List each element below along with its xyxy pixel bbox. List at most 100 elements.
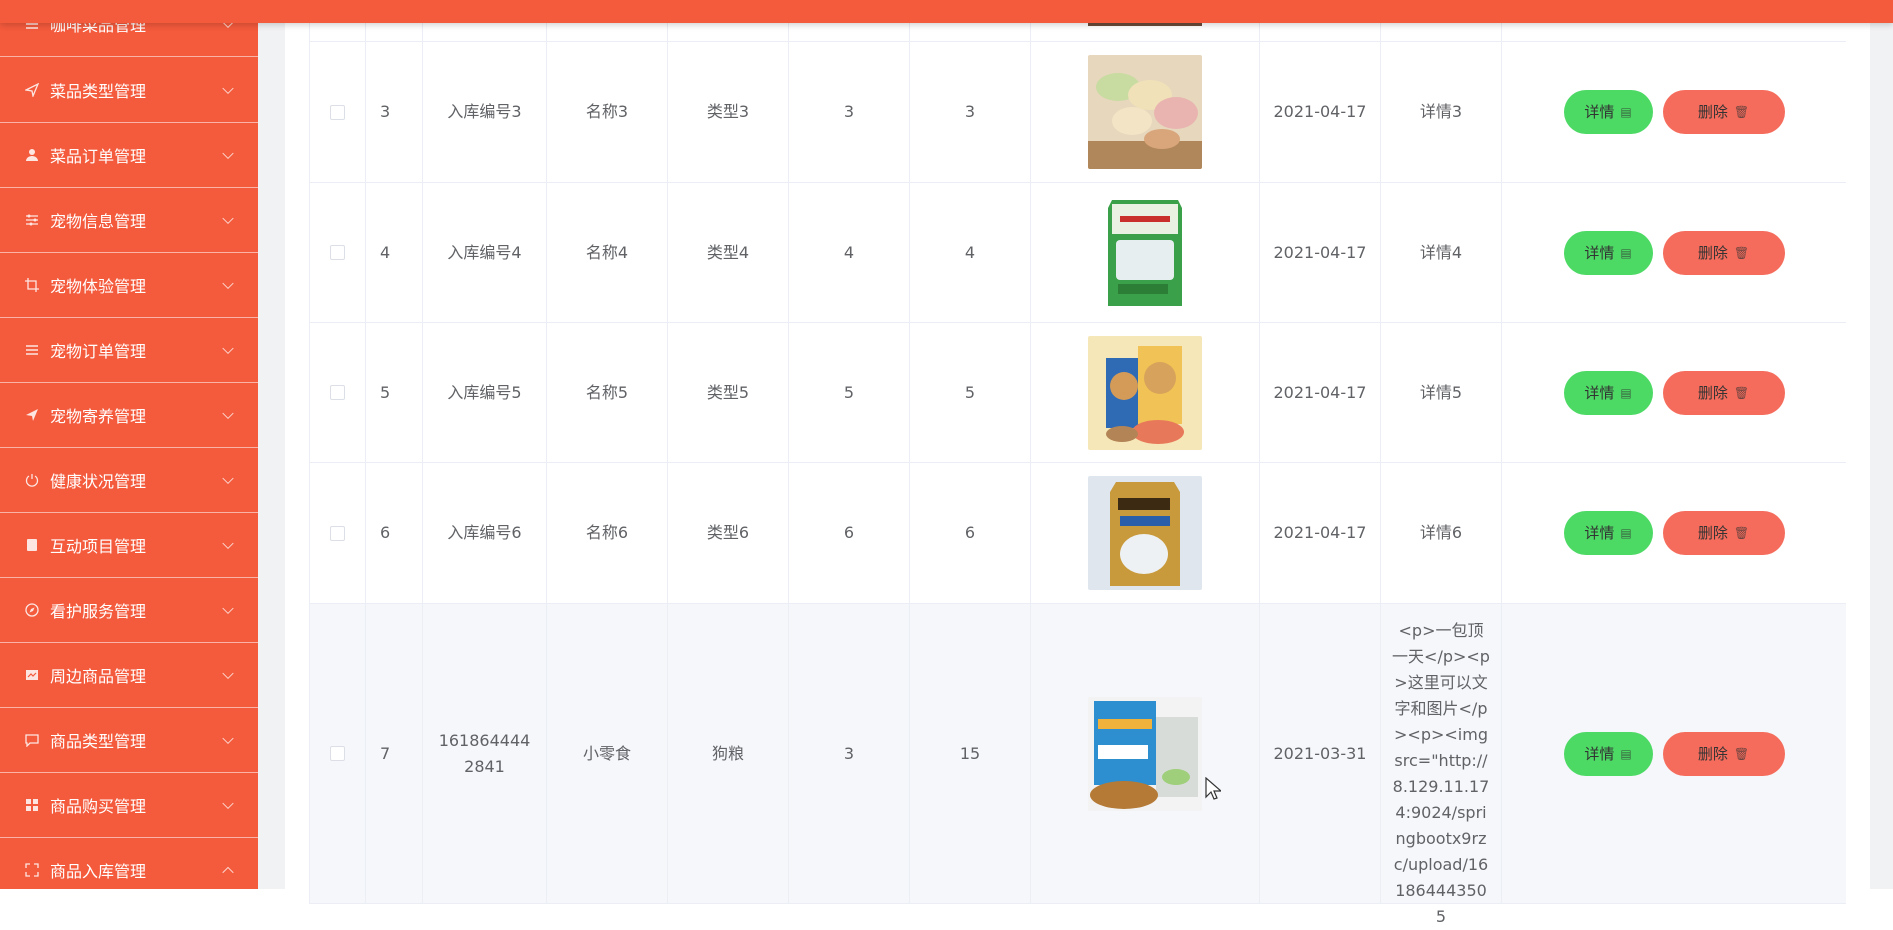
item-price: 4	[910, 183, 1031, 322]
sidebar-item-care-services[interactable]: 看护服务管理	[0, 578, 258, 643]
stock-date: 2021-03-31	[1260, 604, 1381, 903]
sidebar-item-label: 宠物体验管理	[50, 277, 147, 296]
sidebar-item-label: 健康状况管理	[50, 472, 147, 491]
trash-icon: 🗑	[1733, 245, 1750, 260]
chevron-down-icon	[222, 667, 234, 680]
chevron-down-icon	[222, 602, 234, 615]
user-icon	[24, 147, 40, 163]
document-icon: ▤	[1620, 105, 1632, 119]
stock-code: 入库编号3	[423, 42, 547, 182]
sidebar-item-pet-boarding[interactable]: 宠物寄养管理	[0, 383, 258, 448]
power-icon	[24, 472, 40, 488]
sidebar-item-goods-stock-in[interactable]: 商品入库管理	[0, 838, 258, 889]
table-row: 3 入库编号3 名称3 类型3 3 3 2021-04-17 详情3 详情▤	[309, 42, 1846, 183]
sidebar: 咖啡菜品管理 菜品类型管理 菜品订单管理 宠物信息管理 宠物体验管理 宠物订单管…	[0, 0, 258, 889]
item-quantity: 5	[789, 323, 910, 462]
row-checkbox[interactable]	[330, 245, 345, 260]
compass-icon	[24, 602, 40, 618]
stock-code: 入库编号5	[423, 323, 547, 462]
sidebar-item-goods-purchase[interactable]: 商品购买管理	[0, 773, 258, 838]
chevron-down-icon	[222, 277, 234, 290]
stock-code: 入库编号6	[423, 463, 547, 603]
chevron-down-icon	[222, 732, 234, 745]
product-image-biscuits	[1088, 55, 1202, 169]
sidebar-item-pet-info[interactable]: 宠物信息管理	[0, 188, 258, 253]
item-quantity: 4	[789, 183, 910, 322]
table-row: 5 入库编号5 名称5 类型5 5 5 2021-04-17 详情5 详情▤	[309, 323, 1846, 463]
sidebar-item-peripheral-goods[interactable]: 周边商品管理	[0, 643, 258, 708]
row-checkbox[interactable]	[330, 525, 345, 541]
detail-button[interactable]: 详情 ▤	[1563, 731, 1653, 776]
delete-button[interactable]: 删除 🗑	[1662, 511, 1785, 555]
stock-date: 2021-04-17	[1260, 183, 1381, 322]
document-icon: ▤	[1620, 526, 1632, 540]
grid-icon	[24, 797, 40, 813]
sidebar-item-label: 互动项目管理	[50, 537, 147, 556]
row-index: 7	[366, 604, 423, 903]
item-price: 15	[910, 604, 1031, 903]
trash-icon: 🗑	[1733, 385, 1750, 400]
delete-button[interactable]: 删除 🗑	[1662, 731, 1785, 776]
item-detail: <p>一包顶一天</p><p>这里可以文字和图片</p><p><img src=…	[1392, 621, 1490, 926]
chevron-up-icon	[222, 866, 234, 879]
chevron-down-icon	[222, 797, 234, 810]
detail-button[interactable]: 详情 ▤	[1563, 370, 1653, 415]
delete-button[interactable]: 删除 🗑	[1662, 230, 1785, 275]
sidebar-item-pet-orders[interactable]: 宠物订单管理	[0, 318, 258, 383]
delete-button[interactable]: 删除 🗑	[1662, 90, 1785, 134]
item-price: 3	[910, 42, 1031, 182]
item-quantity: 3	[789, 604, 910, 903]
sidebar-item-dish-types[interactable]: 菜品类型管理	[0, 58, 258, 123]
product-image-puppy-food	[1088, 696, 1202, 811]
detail-button[interactable]: 详情 ▤	[1563, 90, 1653, 134]
chevron-down-icon	[222, 537, 234, 550]
sidebar-item-label: 商品入库管理	[50, 862, 147, 881]
sidebar-item-label: 宠物寄养管理	[50, 407, 147, 426]
chevron-down-icon	[222, 472, 234, 485]
item-detail: 详情6	[1381, 463, 1502, 603]
product-image-royal-canin	[1088, 195, 1202, 310]
item-name: 名称4	[547, 183, 668, 322]
delete-button[interactable]: 删除 🗑	[1662, 370, 1785, 415]
chevron-down-icon	[222, 147, 234, 160]
item-price: 6	[910, 463, 1031, 603]
trash-icon: 🗑	[1733, 105, 1750, 119]
chart-icon	[24, 667, 40, 683]
row-checkbox[interactable]	[330, 104, 345, 120]
send-icon	[24, 82, 40, 98]
row-checkbox[interactable]	[330, 385, 345, 400]
book-icon	[24, 537, 40, 553]
table-row: 6 入库编号6 名称6 类型6 6 6 2021-04-17 详情6 详情 ▤ 删…	[309, 463, 1846, 604]
item-name: 名称5	[547, 323, 668, 462]
sidebar-item-interactive-projects[interactable]: 互动项目管理	[0, 513, 258, 578]
item-detail: 详情4	[1381, 183, 1502, 322]
stock-date: 2021-04-17	[1260, 323, 1381, 462]
sliders-icon	[24, 212, 40, 228]
stock-code: 1618644442841	[438, 730, 531, 776]
sidebar-item-pet-experience[interactable]: 宠物体验管理	[0, 253, 258, 318]
document-icon: ▤	[1620, 385, 1632, 400]
item-detail: 详情5	[1381, 323, 1502, 462]
item-type: 类型4	[668, 183, 789, 322]
sidebar-item-health-status[interactable]: 健康状况管理	[0, 448, 258, 513]
sidebar-item-label: 周边商品管理	[50, 667, 147, 686]
chat-icon	[24, 732, 40, 748]
item-type: 狗粮	[668, 604, 789, 903]
trash-icon: 🗑	[1733, 746, 1750, 761]
document-icon: ▤	[1620, 746, 1632, 761]
stock-code: 入库编号4	[423, 183, 547, 322]
detail-button[interactable]: 详情 ▤	[1563, 511, 1653, 555]
list-icon	[24, 342, 40, 358]
sidebar-item-label: 商品购买管理	[50, 797, 147, 816]
sidebar-item-dish-orders[interactable]: 菜品订单管理	[0, 123, 258, 188]
item-type: 类型3	[668, 42, 789, 182]
row-checkbox[interactable]	[330, 746, 345, 761]
sidebar-item-goods-types[interactable]: 商品类型管理	[0, 708, 258, 773]
chevron-down-icon	[222, 82, 234, 95]
item-name: 名称3	[547, 42, 668, 182]
trash-icon: 🗑	[1733, 526, 1750, 540]
stock-date: 2021-04-17	[1260, 463, 1381, 603]
item-quantity: 3	[789, 42, 910, 182]
sidebar-item-label: 菜品订单管理	[50, 147, 147, 166]
detail-button[interactable]: 详情 ▤	[1563, 230, 1653, 275]
